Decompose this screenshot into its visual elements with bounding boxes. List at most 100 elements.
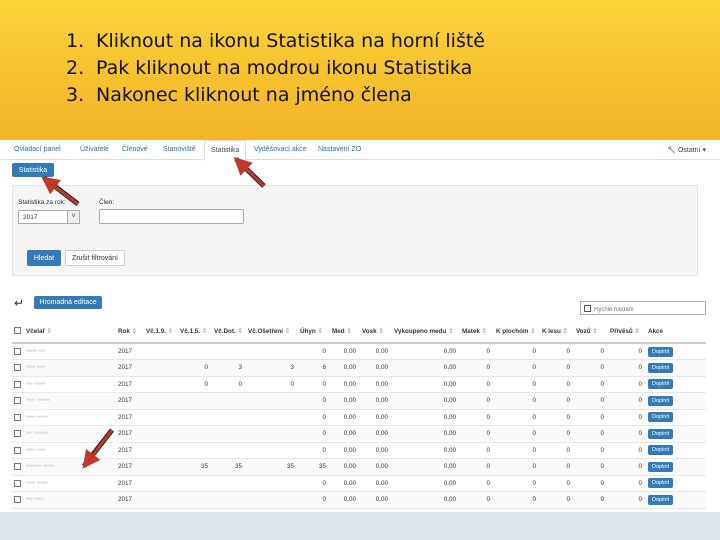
table-row: •••• •••••• 2017 0 0,00 0,00 0,00 0 0 0 0 0 Doplnit [12, 392, 706, 410]
fill-in-button[interactable]: Doplnit [648, 445, 674, 456]
value-cell: 0 [494, 442, 540, 459]
member-name-link[interactable]: ••• •••••• [24, 425, 116, 443]
quick-search-checkbox[interactable] [584, 305, 591, 312]
row-checkbox[interactable] [14, 496, 21, 504]
fill-in-button[interactable]: Doplnit [648, 395, 674, 406]
sort-icon: ⇕ [284, 327, 291, 335]
value-cell [212, 425, 246, 443]
cancel-filter-button[interactable]: Zrušit filtrování [65, 250, 125, 266]
col-header[interactable]: K lesu ⇕ [540, 320, 574, 344]
member-name-link[interactable]: •••• •••• [24, 442, 116, 459]
col-header[interactable]: Vosk ⇕ [360, 320, 392, 344]
col-header[interactable]: Vozů ⇕ [574, 320, 608, 344]
fill-in-button[interactable]: Doplnit [648, 412, 674, 423]
member-name-link[interactable]: ••••• ••• [24, 343, 116, 360]
value-cell [178, 392, 212, 410]
value-cell: 0 [574, 442, 608, 459]
quick-search-input[interactable] [594, 307, 694, 313]
value-cell: 0 [608, 475, 646, 492]
member-name-link[interactable]: •••• •••• [24, 359, 116, 377]
value-cell: 0 [460, 343, 494, 360]
sort-icon: ⇕ [378, 327, 384, 335]
value-cell: 0,00 [330, 442, 360, 459]
value-cell: 0,00 [392, 491, 460, 509]
value-cell: 0,00 [360, 475, 392, 492]
table-row: ••• •••••• 2017 0 0,00 0,00 0,00 0 0 0 0 0 Doplnit [12, 425, 706, 443]
value-cell: 0,00 [360, 458, 392, 476]
value-cell: 0,00 [330, 376, 360, 393]
nav-other-menu[interactable]: 🔧 Ostatní ▾ [667, 146, 706, 154]
fill-in-button[interactable]: Doplnit [648, 346, 674, 357]
row-checkbox[interactable] [14, 364, 21, 372]
col-header[interactable]: Vč.1.9. ⇕ [144, 320, 178, 344]
member-name-link[interactable]: ••• ••••• [24, 376, 116, 393]
statistics-button[interactable]: Statistika [12, 163, 54, 177]
search-button[interactable]: Hledat [27, 250, 61, 266]
nav-item-stations[interactable]: Stanoviště [163, 146, 196, 153]
row-checkbox[interactable] [14, 430, 21, 438]
row-checkbox[interactable] [14, 397, 21, 405]
row-checkbox[interactable] [14, 479, 21, 487]
select-all-checkbox[interactable] [14, 327, 21, 335]
value-cell: 0 [540, 458, 574, 476]
nav-item-dashboard[interactable]: Ovládací panel [14, 146, 61, 153]
row-checkbox[interactable] [14, 446, 21, 454]
instruction-list: 1. Kliknout na ikonu Statistika na horní … [66, 28, 485, 109]
col-header[interactable]: Vč.Ošetření ⇕ [246, 320, 298, 344]
nav-item-users[interactable]: Uživatelé [80, 146, 109, 153]
nav-item-members[interactable]: Členové [122, 146, 148, 153]
fill-in-button[interactable]: Doplnit [648, 478, 674, 489]
filter-panel: Statistika za rok: 2017 ˅ Člen: Hledat Z… [12, 185, 698, 276]
value-cell: 0,00 [392, 359, 460, 377]
value-cell: 35 [212, 458, 246, 476]
col-header[interactable]: Přívěsů ⇕ [608, 320, 646, 344]
row-checkbox[interactable] [14, 380, 21, 388]
value-cell: 0 [298, 475, 330, 492]
fill-in-button[interactable]: Doplnit [648, 494, 674, 505]
year-select[interactable]: 2017 ˅ [18, 210, 80, 224]
member-input[interactable] [99, 209, 244, 224]
fill-in-button[interactable]: Doplnit [648, 379, 674, 390]
footer-band [0, 512, 720, 540]
value-cell [144, 475, 178, 492]
value-cell: 0 [608, 425, 646, 443]
member-name-link[interactable]: ••• •••• [24, 491, 116, 509]
row-checkbox[interactable] [14, 463, 21, 471]
value-cell: 0 [178, 359, 212, 377]
value-cell: 0,00 [360, 343, 392, 360]
nav-item-actions[interactable]: Vyděšovací akce [254, 146, 307, 153]
value-cell: 0 [494, 425, 540, 443]
fill-in-button[interactable]: Doplnit [648, 461, 674, 472]
col-header[interactable]: Včelař ⇕ [24, 320, 116, 344]
bulk-edit-button[interactable]: Hromadná editace [34, 296, 102, 309]
table-row: •••• ••••• 2017 0 0,00 0,00 0,00 0 0 0 0 0 Doplnit [12, 409, 706, 426]
value-cell: 0 [574, 425, 608, 443]
value-cell [246, 425, 298, 443]
col-header[interactable]: Matek ⇕ [460, 320, 494, 344]
row-checkbox[interactable] [14, 413, 21, 421]
col-header[interactable]: Med ⇕ [330, 320, 360, 344]
col-header[interactable]: K plochóm ⇕ [494, 320, 540, 344]
value-cell: 0,00 [392, 442, 460, 459]
col-header[interactable]: Vykoupeno medu ⇕ [392, 320, 460, 344]
col-header[interactable]: Úhyn ⇕ [298, 320, 330, 344]
fill-in-button[interactable]: Doplnit [648, 428, 674, 439]
member-name-link[interactable]: •••• ••••• [24, 475, 116, 492]
member-name-link[interactable]: ••••••• ••••• [24, 458, 116, 476]
row-checkbox[interactable] [14, 347, 21, 355]
col-header[interactable]: Vč.Dot. ⇕ [212, 320, 246, 344]
nav-item-statistics[interactable]: Statistika [204, 140, 247, 161]
col-header[interactable]: Rok ⇕ [116, 320, 144, 344]
top-navbar: Ovládací panel Uživatelé Členové Stanovi… [0, 140, 720, 161]
member-name-link[interactable]: •••• •••••• [24, 392, 116, 410]
fill-in-button[interactable]: Doplnit [648, 362, 674, 373]
sort-icon: ⇕ [592, 327, 598, 335]
member-name-link[interactable]: •••• ••••• [24, 409, 116, 426]
back-arrow-icon[interactable]: ↵ [14, 296, 24, 310]
col-header[interactable]: Vč.1.5. ⇕ [178, 320, 212, 344]
table-row: ••••••• ••••• 2017 35 35 35 35 0,00 0,00 0,00 0 0 0… [12, 458, 706, 476]
nav-item-settings[interactable]: Nastavení ZO [318, 146, 361, 153]
value-cell: 0 [494, 376, 540, 393]
value-cell: 0 [574, 475, 608, 492]
value-cell: 0 [298, 392, 330, 410]
